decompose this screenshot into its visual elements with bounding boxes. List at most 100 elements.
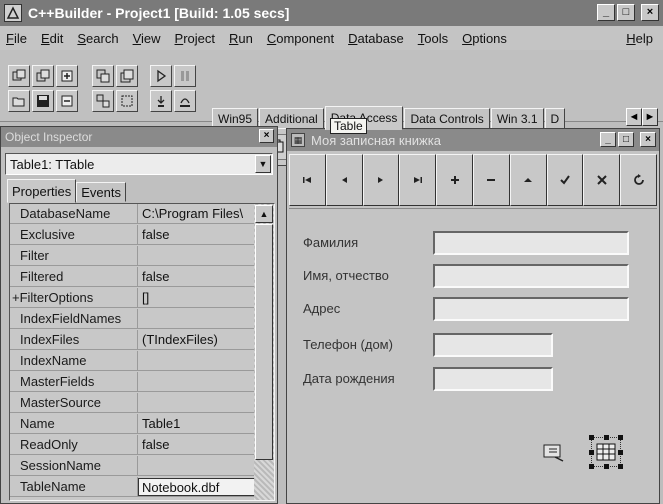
add-file-button[interactable] — [56, 65, 78, 87]
selection-handle[interactable] — [604, 464, 609, 469]
scroll-left-button[interactable]: ◄ — [626, 108, 642, 126]
menu-search[interactable]: Search — [77, 31, 118, 46]
birthdate-field[interactable] — [433, 367, 553, 391]
tab-partial[interactable]: D — [544, 108, 566, 129]
property-row[interactable]: Filtered false — [10, 267, 254, 287]
menu-tools[interactable]: Tools — [418, 31, 448, 46]
selection-handle[interactable] — [589, 435, 594, 440]
scroll-thumb[interactable] — [255, 224, 273, 460]
nav-post-button[interactable] — [546, 154, 584, 206]
property-row[interactable]: IndexFieldNames — [10, 309, 254, 329]
selection-handle[interactable] — [618, 464, 623, 469]
save-button[interactable] — [32, 90, 54, 112]
object-selector[interactable]: Table1: TTable ▼ — [5, 153, 273, 175]
chevron-down-icon[interactable]: ▼ — [255, 155, 271, 173]
scroll-up-button[interactable]: ▲ — [255, 205, 273, 223]
property-row[interactable]: MasterSource — [10, 393, 254, 413]
menu-run[interactable]: Run — [229, 31, 253, 46]
property-row[interactable]: +FilterOptions[] — [10, 288, 254, 308]
property-row[interactable]: DatabaseName C:\Program Files\ — [10, 204, 254, 224]
object-inspector-title-bar[interactable]: Object Inspector × — [1, 127, 277, 147]
menu-view[interactable]: View — [133, 31, 161, 46]
open-project-button[interactable] — [8, 65, 30, 87]
lastname-field[interactable] — [433, 231, 629, 255]
property-value[interactable] — [138, 393, 254, 412]
cppbuilder-app-icon[interactable] — [4, 4, 22, 22]
property-value[interactable]: C:\Program Files\ — [138, 204, 254, 223]
property-value[interactable] — [138, 351, 254, 370]
trace-into-button[interactable] — [150, 90, 172, 112]
property-row[interactable]: ReadOnly false — [10, 435, 254, 455]
remove-file-button[interactable] — [56, 90, 78, 112]
menu-edit[interactable]: Edit — [41, 31, 63, 46]
selection-handle[interactable] — [618, 450, 623, 455]
selection-handle[interactable] — [618, 435, 623, 440]
property-value[interactable]: Table1 — [138, 414, 254, 433]
main-title-bar[interactable]: C++Builder - Project1 [Build: 1.05 secs]… — [0, 0, 663, 26]
property-value[interactable]: [] — [138, 288, 254, 307]
name-field[interactable] — [433, 264, 629, 288]
property-row[interactable]: Filter — [10, 246, 254, 266]
address-field[interactable] — [433, 297, 629, 321]
close-button[interactable]: × — [641, 4, 659, 21]
form-maximize-button[interactable]: □ — [618, 132, 634, 147]
property-row[interactable]: SessionName — [10, 456, 254, 476]
nav-next-button[interactable] — [362, 154, 400, 206]
table-component-on-form[interactable] — [589, 435, 623, 469]
selection-handle[interactable] — [604, 435, 609, 440]
tab-events[interactable]: Events — [76, 182, 126, 202]
scroll-right-button[interactable]: ► — [642, 108, 658, 126]
step-over-button[interactable] — [174, 90, 196, 112]
nav-edit-button[interactable] — [509, 154, 547, 206]
menu-options[interactable]: Options — [462, 31, 507, 46]
property-row[interactable]: MasterFields — [10, 372, 254, 392]
form-minimize-button[interactable]: _ — [600, 132, 616, 147]
property-value[interactable] — [138, 246, 254, 265]
new-form-button[interactable] — [116, 90, 138, 112]
property-row[interactable]: Exclusive false — [10, 225, 254, 245]
menu-database[interactable]: Database — [348, 31, 404, 46]
property-row[interactable]: Name Table1 — [10, 414, 254, 434]
open-button[interactable] — [8, 90, 30, 112]
nav-delete-button[interactable] — [472, 154, 510, 206]
save-all-button[interactable] — [32, 65, 54, 87]
run-button[interactable] — [150, 65, 172, 87]
maximize-button[interactable]: □ — [617, 4, 635, 21]
property-value[interactable] — [138, 372, 254, 391]
menu-component[interactable]: Component — [267, 31, 334, 46]
toggle-form-unit-button[interactable] — [92, 90, 114, 112]
property-row[interactable]: IndexName — [10, 351, 254, 371]
tablename-edit[interactable]: Notebook.dbf — [138, 478, 256, 496]
view-form-button[interactable] — [116, 65, 138, 87]
form-close-button[interactable]: × — [640, 132, 656, 147]
property-value[interactable]: (TIndexFiles) — [138, 330, 254, 349]
phone-field[interactable] — [433, 333, 553, 357]
nav-prior-button[interactable] — [325, 154, 363, 206]
menu-file[interactable]: File — [6, 31, 27, 46]
selection-handle[interactable] — [589, 464, 594, 469]
nav-cancel-button[interactable] — [583, 154, 621, 206]
form-icon[interactable]: ▦ — [291, 133, 305, 147]
property-value[interactable]: false — [138, 435, 254, 454]
menu-project[interactable]: Project — [175, 31, 215, 46]
nav-first-button[interactable] — [289, 154, 326, 206]
datasource-component-on-form[interactable] — [539, 437, 569, 467]
property-grid-scrollbar[interactable]: ▲ — [254, 204, 274, 500]
pause-button[interactable] — [174, 65, 196, 87]
nav-insert-button[interactable] — [436, 154, 473, 206]
property-value[interactable]: false — [138, 225, 254, 244]
selection-handle[interactable] — [589, 450, 594, 455]
nav-last-button[interactable] — [399, 154, 437, 206]
property-row[interactable]: IndexFiles (TIndexFiles) — [10, 330, 254, 350]
nav-refresh-button[interactable] — [620, 154, 657, 206]
property-value[interactable] — [138, 309, 254, 328]
property-value[interactable] — [138, 456, 254, 475]
menu-help[interactable]: Help — [626, 31, 663, 46]
view-unit-button[interactable] — [92, 65, 114, 87]
tab-properties[interactable]: Properties — [7, 179, 77, 203]
object-inspector-close-button[interactable]: × — [259, 129, 274, 143]
property-value[interactable]: false — [138, 267, 254, 286]
tab-data-controls[interactable]: Data Controls — [404, 108, 490, 129]
property-row-selected[interactable]: TableName Notebook.dbf ▼ — [10, 477, 274, 497]
tab-win31[interactable]: Win 3.1 — [490, 108, 544, 129]
